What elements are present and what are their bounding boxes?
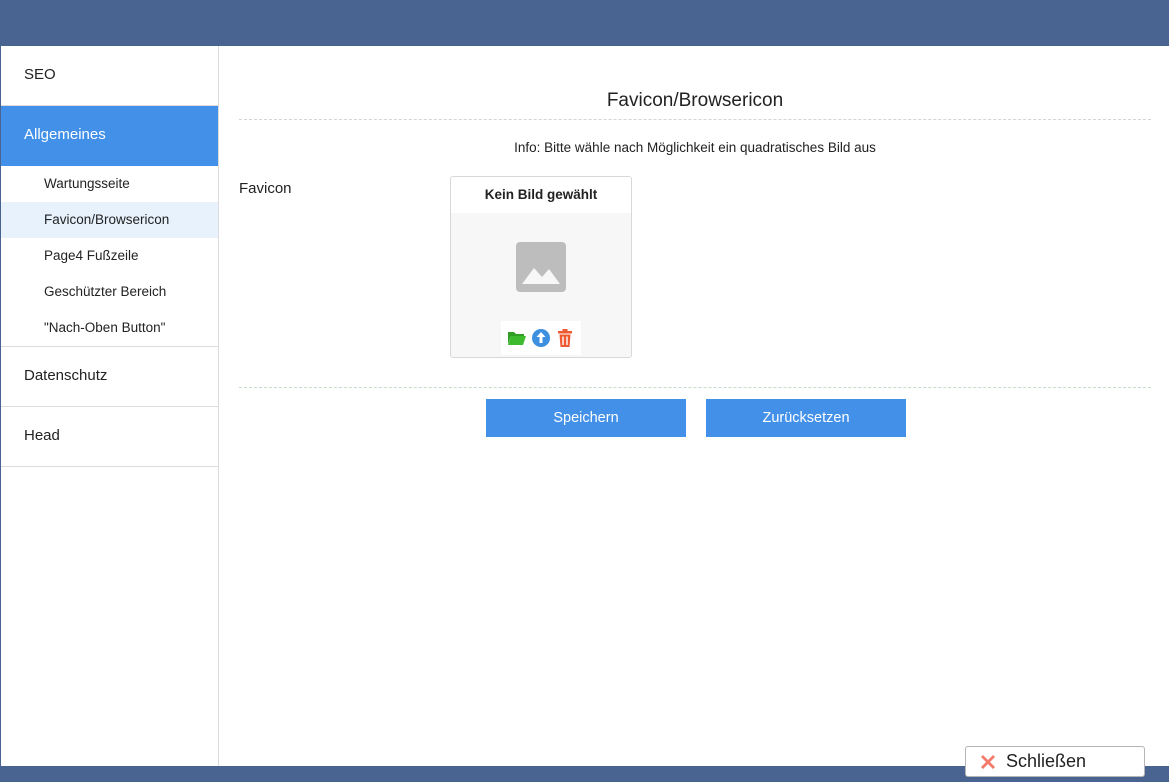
folder-open-icon[interactable] <box>507 328 527 348</box>
close-label: Schließen <box>1006 751 1087 771</box>
settings-window: SEO Allgemeines Wartungsseite Favicon/Br… <box>1 46 1169 766</box>
main-content: Favicon/Browsericon Info: Bitte wähle na… <box>239 46 1151 766</box>
sidebar-item-head[interactable]: Head <box>1 407 218 467</box>
upload-icon[interactable] <box>531 328 551 348</box>
sidebar-item-datenschutz[interactable]: Datenschutz <box>1 347 218 407</box>
image-placeholder-icon <box>516 242 566 292</box>
close-icon <box>981 754 995 769</box>
page-title: Favicon/Browsericon <box>606 90 784 111</box>
image-actions <box>501 321 581 355</box>
sidebar-subitem-wartungsseite[interactable]: Wartungsseite <box>1 166 218 202</box>
favicon-image-box: Kein Bild gewählt <box>450 176 632 358</box>
sidebar: SEO Allgemeines Wartungsseite Favicon/Br… <box>1 46 219 766</box>
trash-icon[interactable] <box>555 328 575 348</box>
favicon-label: Favicon <box>239 180 292 197</box>
divider <box>239 119 1151 120</box>
divider <box>239 387 1151 388</box>
info-text: Info: Bitte wähle nach Möglichkeit ein q… <box>514 140 876 155</box>
sidebar-item-seo[interactable]: SEO <box>1 46 218 106</box>
save-button[interactable]: Speichern <box>486 399 686 437</box>
sidebar-subitem-favicon[interactable]: Favicon/Browsericon <box>1 202 218 238</box>
sidebar-subitem-page4-fusszeile[interactable]: Page4 Fußzeile <box>1 238 218 274</box>
sidebar-item-allgemeines[interactable]: Allgemeines <box>1 106 218 166</box>
top-bar <box>0 0 1169 46</box>
sidebar-subitem-geschuetzter-bereich[interactable]: Geschützter Bereich <box>1 274 218 310</box>
reset-button[interactable]: Zurücksetzen <box>706 399 906 437</box>
image-box-header: Kein Bild gewählt <box>451 177 631 213</box>
sidebar-submenu: Wartungsseite Favicon/Browsericon Page4 … <box>1 166 218 347</box>
sidebar-subitem-nach-oben-button[interactable]: "Nach-Oben Button" <box>1 310 218 346</box>
close-button[interactable]: Schließen <box>965 746 1145 777</box>
